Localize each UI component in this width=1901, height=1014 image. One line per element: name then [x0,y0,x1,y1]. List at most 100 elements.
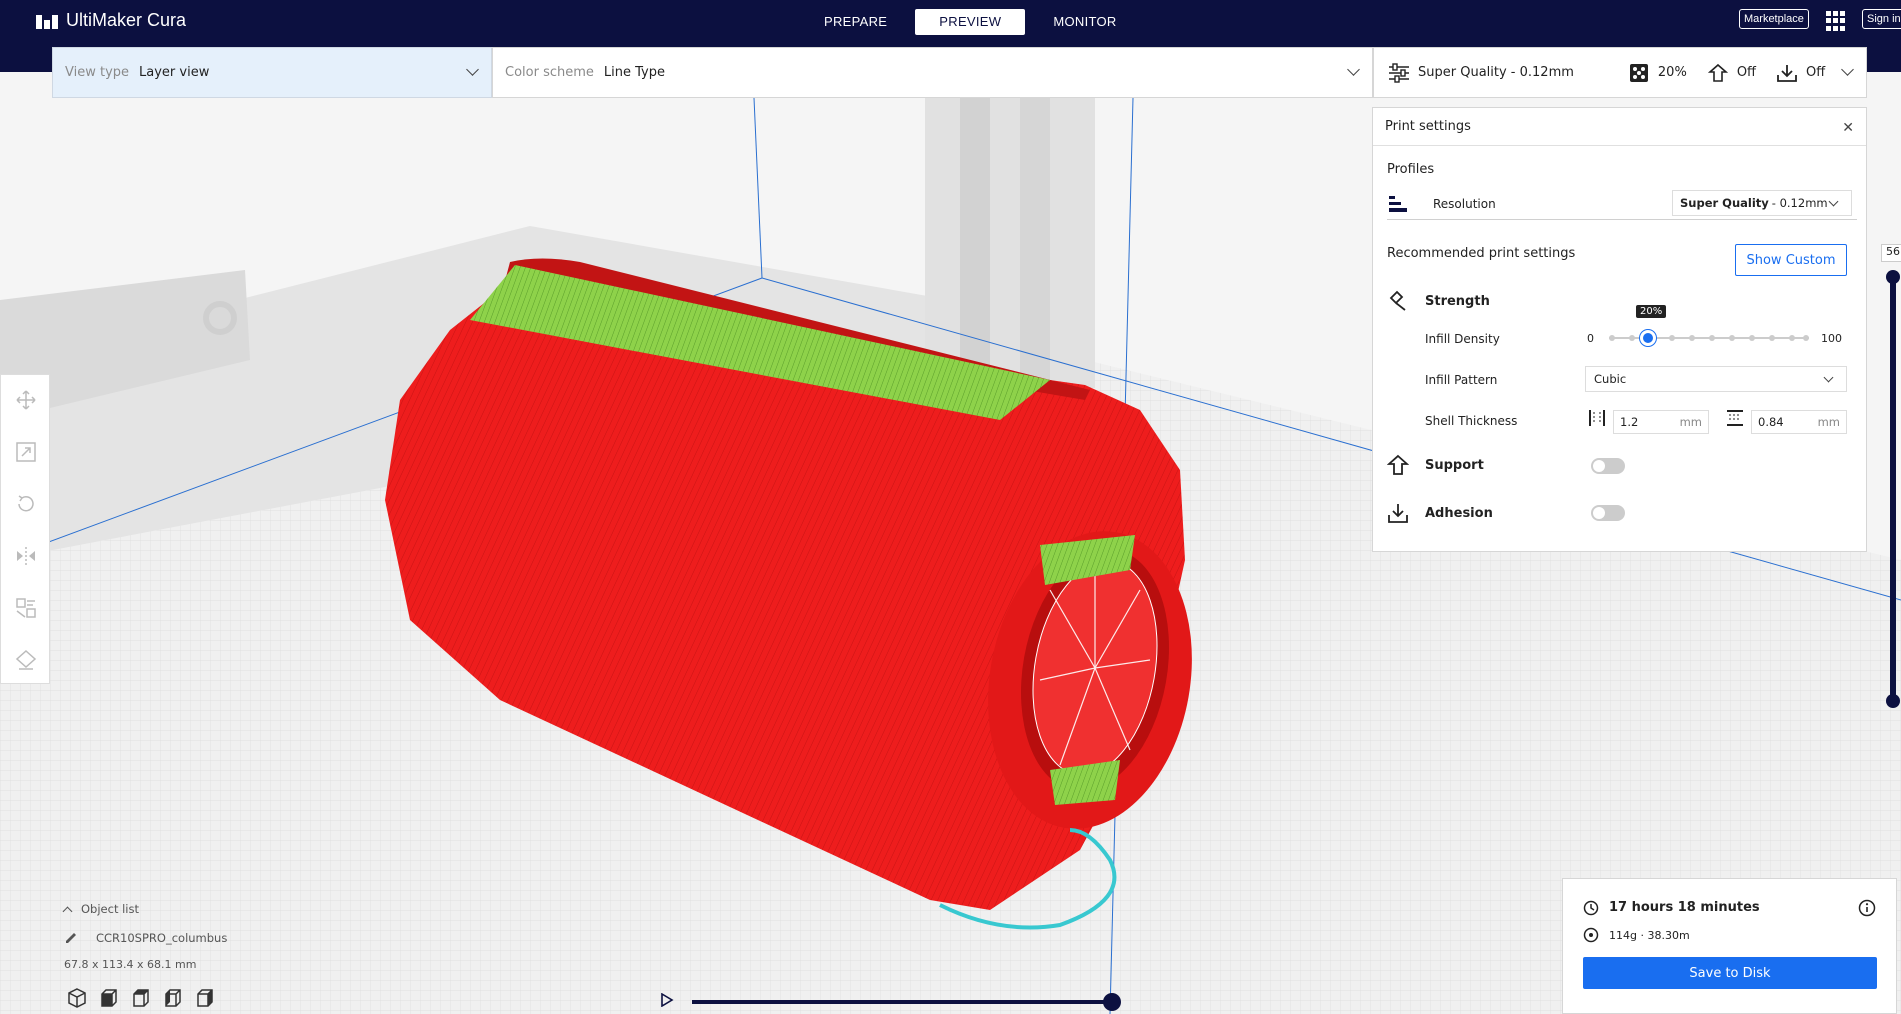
adhesion-toggle[interactable] [1591,505,1625,521]
info-icon[interactable] [1858,899,1876,917]
adhesion-summary: Off [1806,65,1826,80]
sign-in-button[interactable]: Sign in [1862,9,1901,29]
infill-tooltip: 20% [1636,305,1667,318]
object-list-toggle[interactable]: Object list [62,902,139,916]
chevron-down-icon [466,63,479,76]
layer-slider-top-handle[interactable] [1886,270,1900,284]
top-bottom-thickness-unit: mm [1817,415,1840,429]
ultimaker-logo-icon [36,13,60,29]
print-time: 17 hours 18 minutes [1609,900,1760,915]
rotate-tool-icon[interactable] [15,493,37,515]
infill-density-slider[interactable] [1609,330,1809,346]
app-title: UltiMaker Cura [66,10,187,30]
pencil-icon [66,933,76,943]
play-icon[interactable] [660,993,674,1007]
strength-label: Strength [1425,293,1490,309]
chevron-down-icon [1828,196,1839,207]
support-section: Support [1387,454,1484,476]
adhesion-section: Adhesion [1387,502,1493,524]
color-scheme-select[interactable]: Color scheme Line Type [492,47,1373,98]
apps-grid-icon[interactable] [1826,11,1846,31]
support-blocker-icon[interactable] [15,649,37,671]
object-list-header: Object list [81,902,139,916]
infill-icon [1629,63,1648,82]
3d-view-icon[interactable] [66,987,88,1009]
adhesion-icon [1777,64,1797,82]
resolution-row: Resolution Super Quality - 0.12mm [1387,190,1857,220]
adhesion-icon [1388,504,1408,523]
adhesion-label: Adhesion [1425,505,1493,521]
close-icon[interactable]: ✕ [1842,120,1854,136]
print-estimate-panel: 17 hours 18 minutes 114g · 38.30m Save t… [1562,878,1897,1014]
resolution-quality: Super Quality [1680,196,1769,210]
support-icon [1707,63,1728,82]
layer-slider-track[interactable] [1890,272,1896,702]
infill-slider-handle[interactable] [1639,330,1656,346]
stage-tabs: PREPARE PREVIEW MONITOR [800,9,1141,35]
resolution-dropdown[interactable]: Super Quality - 0.12mm [1672,190,1852,216]
object-name-row[interactable]: CCR10SPRO_columbus [64,931,227,945]
support-summary: Off [1736,65,1757,80]
tab-preview[interactable]: PREVIEW [915,9,1026,35]
object-dimensions: 67.8 x 113.4 x 68.1 mm [64,958,197,971]
chevron-up-icon [62,906,73,916]
profiles-heading: Profiles [1387,162,1435,177]
layer-path-slider-handle[interactable] [1103,993,1121,1011]
front-view-icon[interactable] [98,987,120,1009]
filament-spool-icon [1583,927,1599,943]
marketplace-button[interactable]: Marketplace [1739,9,1809,29]
support-label: Support [1425,457,1484,473]
left-view-icon[interactable] [162,987,184,1009]
wall-thickness-value: 1.2 [1620,415,1639,429]
per-model-settings-icon[interactable] [15,597,37,619]
right-view-icon[interactable] [194,987,216,1009]
wall-thickness-icon [1589,410,1605,426]
layer-slider-bottom-handle[interactable] [1886,694,1900,708]
color-scheme-value: Line Type [603,65,665,80]
top-bottom-thickness-icon [1727,410,1743,426]
chevron-down-icon [1823,372,1834,383]
tool-panel [0,374,50,684]
layer-number-input[interactable]: 56 [1881,244,1901,262]
print-settings-bar[interactable]: Super Quality - 0.12mm 20% Off Off [1373,47,1867,98]
print-settings-panel: Print settings ✕ Profiles Resolution Sup… [1372,107,1867,552]
chevron-down-icon [1841,63,1854,76]
resolution-label: Resolution [1433,197,1496,211]
support-icon [1387,454,1409,475]
strength-section: Strength [1387,290,1490,312]
infill-min-label: 0 [1587,332,1594,345]
camera-view-buttons [66,987,216,1009]
settings-sliders-icon [1389,62,1409,83]
save-to-disk-button[interactable]: Save to Disk [1583,957,1877,989]
top-bottom-thickness-value: 0.84 [1758,415,1784,429]
infill-pattern-label: Infill Pattern [1425,373,1498,387]
top-bottom-thickness-input[interactable]: 0.84 mm [1751,410,1847,434]
wall-thickness-unit: mm [1679,415,1702,429]
resolution-layer-height: - 0.12mm [1771,196,1828,210]
scale-tool-icon[interactable] [15,441,37,463]
object-name: CCR10SPRO_columbus [96,931,228,945]
view-type-select[interactable]: View type Layer view [52,47,492,98]
tab-monitor[interactable]: MONITOR [1029,9,1140,35]
wall-thickness-input[interactable]: 1.2 mm [1613,410,1709,434]
hammer-icon [1389,290,1406,311]
panel-title: Print settings [1385,119,1471,134]
infill-pattern-value: Cubic [1594,372,1627,386]
view-type-value: Layer view [139,65,210,80]
material-usage: 114g · 38.30m [1609,929,1690,942]
infill-summary: 20% [1657,65,1687,80]
shell-thickness-label: Shell Thickness [1425,414,1518,428]
top-view-icon[interactable] [130,987,152,1009]
view-type-label: View type [65,65,130,80]
layer-path-slider[interactable] [692,1000,1112,1004]
mirror-tool-icon[interactable] [15,545,37,567]
app-logo: UltiMaker Cura [36,10,186,31]
support-toggle[interactable] [1591,458,1625,474]
infill-density-label: Infill Density [1425,332,1500,346]
infill-pattern-dropdown[interactable]: Cubic [1585,366,1847,392]
move-tool-icon[interactable] [15,389,37,411]
show-custom-button[interactable]: Show Custom [1735,244,1847,276]
tab-prepare[interactable]: PREPARE [800,9,911,35]
profile-name: Super Quality - 0.12mm [1418,65,1574,80]
clock-icon [1583,900,1599,916]
